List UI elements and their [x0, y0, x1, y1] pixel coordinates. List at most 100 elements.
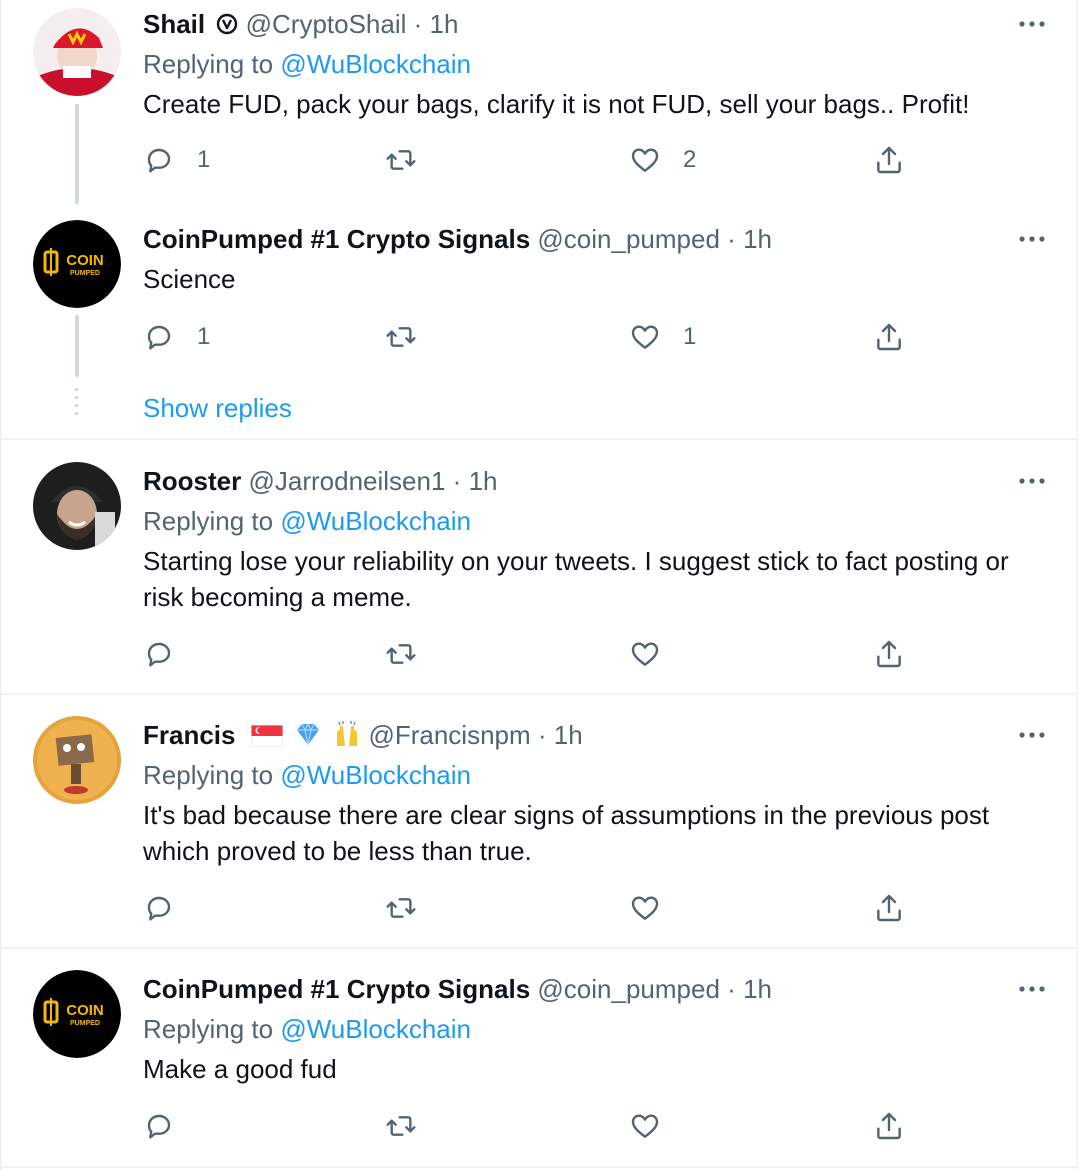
reply-button[interactable] [143, 890, 175, 926]
avatar-rooster-image [33, 462, 121, 550]
share-button[interactable] [873, 636, 905, 672]
reply-button[interactable]: 1 [143, 319, 210, 355]
like-button[interactable]: 2 [629, 142, 696, 178]
retweet-button[interactable] [385, 319, 439, 355]
tweet-text: Create FUD, pack your bags, clarify it i… [143, 89, 970, 119]
tweet-header: CoinPumped #1 Crypto Signals @coin_pumpe… [143, 222, 772, 256]
reply-button[interactable]: 1 [143, 142, 210, 178]
reply-count: 1 [197, 146, 211, 173]
more-options-icon[interactable] [1017, 471, 1047, 491]
retweet-icon [386, 644, 416, 664]
gem-icon [296, 722, 319, 746]
thread-connector-line [75, 315, 79, 377]
tweet-divider [1, 693, 1078, 695]
display-name[interactable]: Shail [143, 9, 205, 39]
reply-icon [147, 642, 171, 667]
more-options-icon[interactable] [1017, 725, 1047, 745]
reply-icon [147, 1114, 171, 1139]
reply-button[interactable] [143, 636, 175, 672]
tweet-actions [143, 636, 923, 672]
like-button[interactable] [629, 1108, 661, 1144]
retweet-button[interactable] [385, 1108, 417, 1144]
tweet-timestamp[interactable]: 1h [430, 9, 459, 39]
header-separator: · [537, 720, 547, 750]
replying-to-mention[interactable]: @WuBlockchain [280, 506, 471, 536]
share-button[interactable] [873, 319, 905, 355]
tweet-timestamp[interactable]: 1h [469, 466, 498, 496]
avatar-francis[interactable] [33, 716, 121, 804]
tweet-timestamp[interactable]: 1h [554, 720, 583, 750]
avatar-francis-image [33, 716, 121, 804]
logo-text-coin: COIN [66, 252, 104, 269]
avatar-shail[interactable] [33, 8, 121, 96]
avatar-coinpumped[interactable]: COIN PUMPED [33, 970, 121, 1058]
display-name[interactable]: Rooster [143, 466, 241, 496]
circle-v-badge-icon [217, 13, 238, 35]
reply-icon [147, 148, 171, 173]
like-count: 2 [683, 146, 697, 173]
tweet-text: Make a good fud [143, 1054, 337, 1084]
like-button[interactable] [629, 636, 661, 672]
user-handle[interactable]: @Francisnpm [368, 720, 530, 750]
more-options-icon[interactable] [1017, 229, 1047, 249]
reply-feed: Shail @CryptoShail · 1h Replying to @WuB… [0, 0, 1078, 1170]
heart-icon [631, 325, 659, 349]
reply-button[interactable] [143, 1108, 175, 1144]
display-name[interactable]: CoinPumped #1 Crypto Signals [143, 224, 530, 254]
avatar-rooster[interactable] [33, 462, 121, 550]
more-options-icon[interactable] [1017, 14, 1047, 34]
replying-to: Replying to @WuBlockchain [143, 47, 471, 81]
tweet-divider [1, 947, 1078, 949]
header-separator: · [727, 974, 736, 1004]
header-separator: · [452, 466, 462, 496]
like-button[interactable] [629, 890, 661, 926]
tweet-actions: 1 2 [143, 142, 923, 178]
tweet-header: Shail @CryptoShail · 1h [143, 7, 458, 41]
share-button[interactable] [873, 142, 905, 178]
header-separator: · [413, 9, 423, 39]
tweet-divider [1, 438, 1078, 440]
reply-icon [147, 896, 171, 921]
share-icon [877, 323, 901, 351]
retweet-button[interactable] [385, 636, 417, 672]
like-count: 1 [683, 323, 697, 350]
share-button[interactable] [873, 1108, 905, 1144]
logo-text-pumped: PUMPED [70, 1020, 100, 1027]
share-icon [877, 1112, 901, 1140]
reply-count: 1 [197, 323, 211, 350]
tweet-timestamp[interactable]: 1h [743, 974, 772, 1004]
display-name[interactable]: CoinPumped #1 Crypto Signals [143, 974, 530, 1004]
share-button[interactable] [873, 890, 905, 926]
replying-to: Replying to @WuBlockchain [143, 758, 471, 792]
tweet-divider [1, 1166, 1078, 1168]
retweet-icon [386, 327, 416, 347]
user-handle[interactable]: @CryptoShail [246, 9, 407, 39]
avatar-coinpumped[interactable]: COIN PUMPED [33, 220, 121, 308]
tweet-actions [143, 890, 923, 926]
share-icon [877, 894, 901, 922]
user-handle[interactable]: @Jarrodneilsen1 [248, 466, 445, 496]
replying-to-mention[interactable]: @WuBlockchain [280, 1014, 471, 1044]
replying-to-mention[interactable]: @WuBlockchain [280, 49, 471, 79]
user-handle[interactable]: @coin_pumped [537, 974, 720, 1004]
replying-to-label: Replying to [143, 49, 274, 79]
replying-to-label: Replying to [143, 1014, 274, 1044]
retweet-button[interactable] [385, 890, 417, 926]
logo-text-pumped: PUMPED [70, 270, 100, 277]
replying-to-label: Replying to [143, 506, 274, 536]
show-replies-link[interactable]: Show replies [143, 391, 292, 425]
replying-to-mention[interactable]: @WuBlockchain [280, 760, 471, 790]
display-name[interactable]: Francis [143, 720, 236, 750]
tweet-header: CoinPumped #1 Crypto Signals @coin_pumpe… [143, 972, 772, 1006]
tweet-timestamp[interactable]: 1h [743, 224, 772, 254]
more-options-icon[interactable] [1017, 979, 1047, 999]
retweet-button[interactable] [385, 142, 439, 178]
share-icon [877, 146, 901, 174]
like-button[interactable]: 1 [629, 319, 696, 355]
user-handle[interactable]: @coin_pumped [537, 224, 720, 254]
retweet-icon [386, 150, 416, 170]
reply-icon [147, 325, 171, 350]
coinpumped-logo: COIN PUMPED [33, 220, 121, 308]
heart-icon [631, 642, 659, 666]
heart-icon [631, 148, 659, 172]
